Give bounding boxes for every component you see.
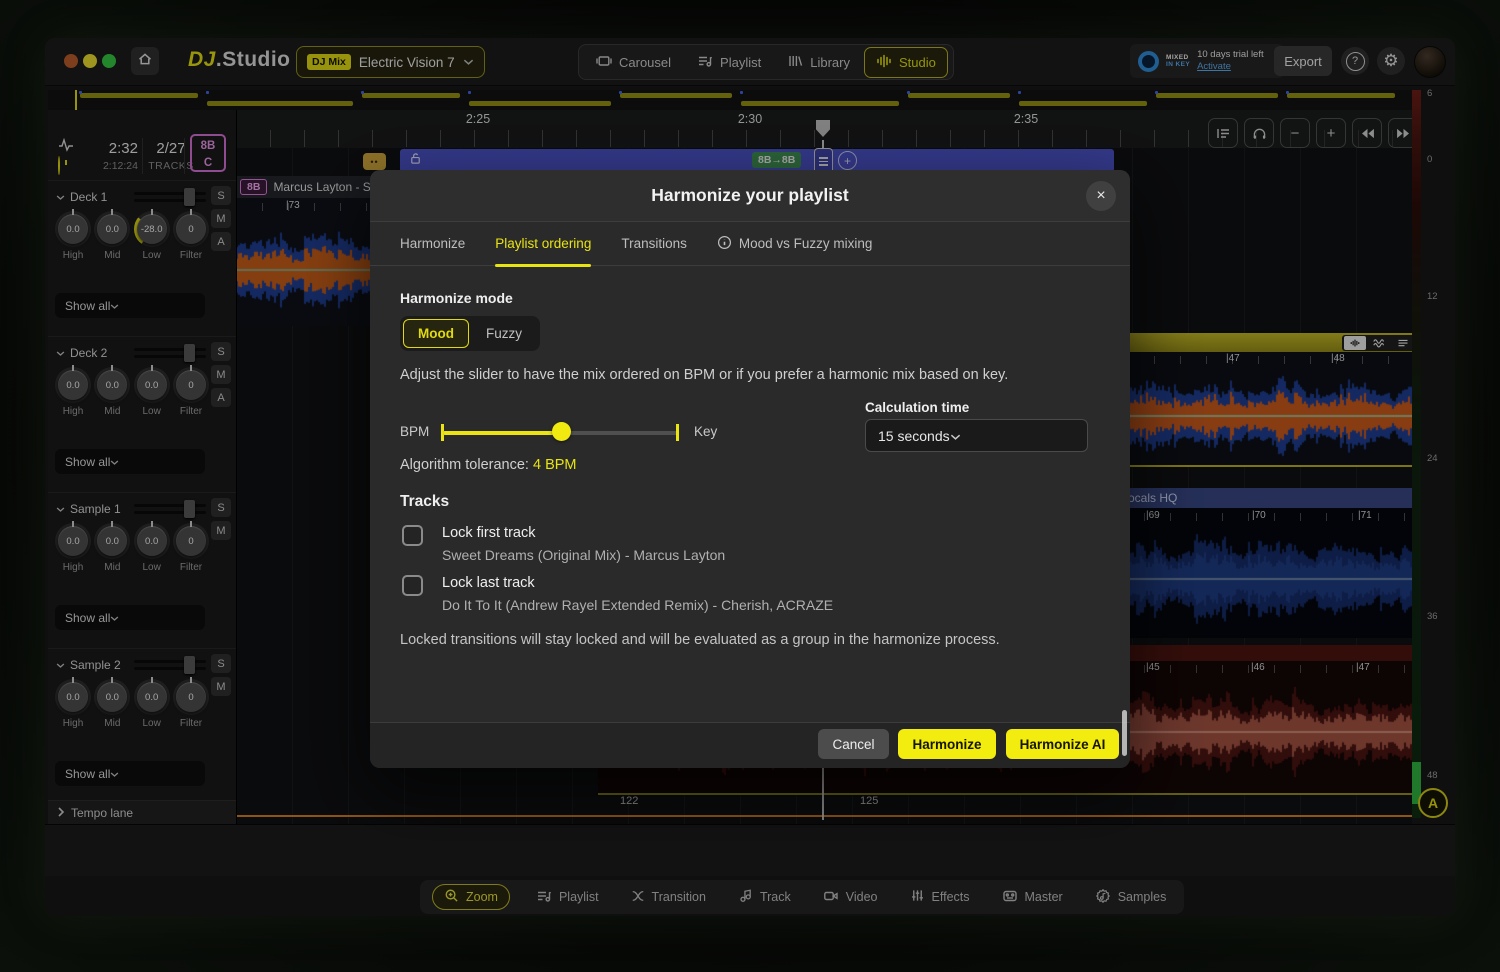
slider-left-label: BPM [400, 424, 429, 439]
cancel-button[interactable]: Cancel [818, 729, 889, 759]
modal-tab-label: Harmonize [400, 236, 465, 251]
mode-mood-button[interactable]: Mood [403, 319, 469, 348]
lock-last-track-checkbox[interactable] [402, 575, 423, 596]
last-track-name: Do It To It (Andrew Rayel Extended Remix… [442, 597, 833, 613]
calc-time-heading: Calculation time [865, 400, 969, 415]
modal-scrollbar[interactable] [1122, 710, 1127, 756]
modal-harmonize-button[interactable]: Harmonize [898, 729, 996, 759]
lock-first-track-label[interactable]: Lock first track [442, 525, 535, 541]
tracks-heading: Tracks [400, 493, 449, 511]
app-screen: DJ.Studio DJ Mix Electric Vision 7 Carou… [0, 0, 1500, 972]
chevron-down-icon [950, 428, 961, 444]
slider-thumb[interactable] [552, 422, 571, 441]
locked-transitions-note: Locked transitions will stay locked and … [400, 632, 1100, 648]
first-track-name: Sweet Dreams (Original Mix) - Marcus Lay… [442, 547, 725, 563]
info-icon [717, 235, 732, 253]
mode-fuzzy-button[interactable]: Fuzzy [471, 319, 537, 348]
modal-tab-label: Playlist ordering [495, 236, 591, 251]
mode-description: Adjust the slider to have the mix ordere… [400, 367, 1100, 383]
harmonize-modal: Harmonize your playlist × Harmonize Playl… [370, 170, 1130, 768]
modal-tabs: Harmonize Playlist ordering Transitions Moo… [370, 222, 1130, 266]
close-button[interactable]: × [1086, 181, 1116, 211]
algorithm-tolerance: Algorithm tolerance: 4 BPM [400, 457, 577, 473]
harmonize-ai-button[interactable]: Harmonize AI [1006, 729, 1119, 759]
tolerance-value: 4 BPM [533, 457, 577, 473]
slider-end-tick [676, 424, 679, 441]
modal-tab-transitions[interactable]: Transitions [621, 222, 687, 266]
calc-time-select[interactable]: 15 seconds [865, 419, 1088, 452]
modal-title: Harmonize your playlist [651, 185, 848, 206]
calc-time-value: 15 seconds [878, 428, 950, 444]
modal-tab-label: Mood vs Fuzzy mixing [739, 236, 873, 251]
lock-last-track-label[interactable]: Lock last track [442, 575, 535, 591]
modal-tab-harmonize[interactable]: Harmonize [400, 222, 465, 266]
slider-fill [443, 431, 562, 435]
modal-tab-label: Transitions [621, 236, 687, 251]
mode-heading: Harmonize mode [400, 290, 513, 306]
mode-segmented-control: Mood Fuzzy [400, 316, 540, 351]
slider-right-label: Key [694, 424, 717, 439]
modal-tab-mood-vs-fuzzy-mixing[interactable]: Mood vs Fuzzy mixing [717, 222, 873, 266]
lock-first-track-checkbox[interactable] [402, 525, 423, 546]
close-icon: × [1096, 187, 1105, 205]
modal-tab-playlist-ordering[interactable]: Playlist ordering [495, 222, 591, 266]
modal-header: Harmonize your playlist × [370, 170, 1130, 222]
